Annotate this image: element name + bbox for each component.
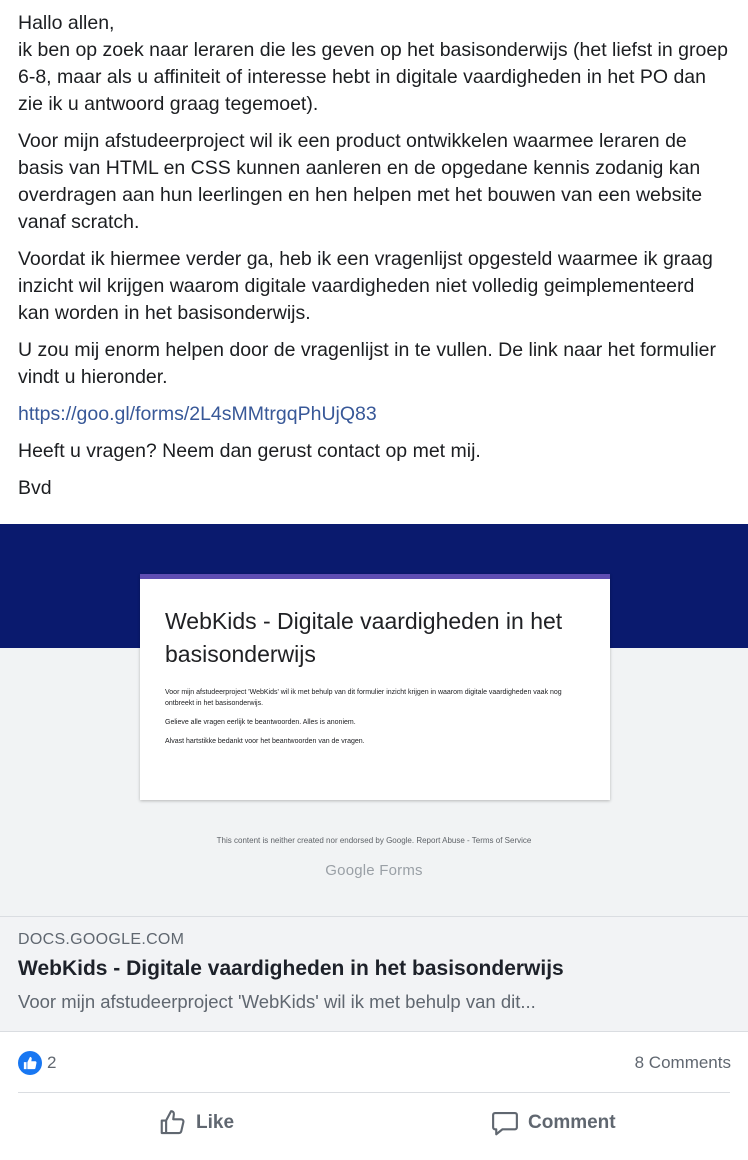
form-description-line: Voor mijn afstudeerproject 'WebKids' wil… bbox=[165, 689, 562, 707]
link-description: Voor mijn afstudeerproject 'WebKids' wil… bbox=[18, 991, 536, 1012]
post-signoff: Bvd bbox=[18, 477, 52, 499]
form-disclaimer: This content is neither created nor endo… bbox=[216, 836, 532, 845]
post-actions: Like Comment bbox=[0, 1093, 748, 1153]
form-description-line: Alvast hartstikke bedankt voor het beant… bbox=[165, 738, 365, 745]
google-forms-logo: Google Forms bbox=[325, 862, 423, 879]
like-reaction-icon[interactable] bbox=[18, 1051, 42, 1075]
like-button-label: Like bbox=[196, 1112, 235, 1133]
post-paragraph: Heeft u vragen? Neem dan gerust contact … bbox=[18, 440, 481, 462]
thumbs-up-outline-icon bbox=[160, 1110, 185, 1135]
link-title[interactable]: WebKids - Digitale vaardigheden in het b… bbox=[18, 957, 564, 981]
post-paragraph: Hallo allen, ik ben op zoek naar leraren … bbox=[18, 12, 729, 115]
post-paragraph: Voordat ik hiermee verder ga, heb ik een… bbox=[18, 248, 713, 324]
thumbs-up-icon bbox=[23, 1056, 37, 1070]
post-paragraph: Voor mijn afstudeerproject wil ik een pr… bbox=[18, 130, 703, 233]
form-title: WebKids - Digitale vaardigheden in het b… bbox=[165, 608, 563, 667]
form-link[interactable]: https://goo.gl/forms/2L4sMMtrgqPhUjQ83 bbox=[18, 403, 377, 425]
form-description-line: Gelieve alle vragen eerlijk te beantwoor… bbox=[165, 719, 356, 726]
form-card: WebKids - Digitale vaardigheden in het b… bbox=[140, 574, 610, 800]
link-preview-card[interactable]: WebKids - Digitale vaardigheden in het b… bbox=[0, 524, 748, 1032]
post-paragraph: U zou mij enorm helpen door de vragenlij… bbox=[18, 339, 717, 388]
speech-bubble-icon bbox=[492, 1111, 518, 1136]
post-link-paragraph: https://goo.gl/forms/2L4sMMtrgqPhUjQ83 bbox=[18, 401, 730, 428]
link-preview-meta[interactable]: DOCS.GOOGLE.COM WebKids - Digitale vaard… bbox=[0, 916, 748, 1032]
post-text: Hallo allen, ik ben op zoek naar leraren … bbox=[18, 10, 730, 512]
link-preview-image[interactable]: WebKids - Digitale vaardigheden in het b… bbox=[0, 524, 748, 916]
comment-button[interactable]: Comment bbox=[490, 1107, 616, 1139]
comment-count[interactable]: 8 Comments bbox=[635, 1051, 731, 1075]
comment-button-label: Comment bbox=[528, 1112, 616, 1133]
form-description: Voor mijn afstudeerproject 'WebKids' wil… bbox=[165, 687, 585, 755]
link-domain: DOCS.GOOGLE.COM bbox=[18, 931, 185, 948]
reaction-stats: 2 8 Comments bbox=[0, 1032, 748, 1092]
like-button[interactable]: Like bbox=[158, 1107, 234, 1139]
like-count[interactable]: 2 bbox=[47, 1051, 56, 1075]
